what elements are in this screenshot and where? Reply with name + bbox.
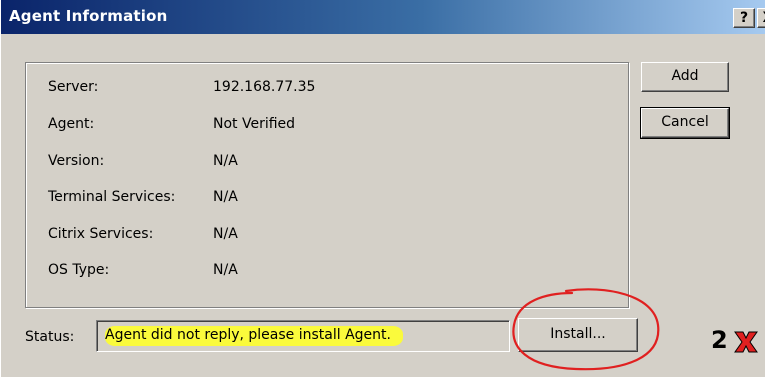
status-label: Status:: [25, 329, 75, 345]
agent-label: Agent:: [48, 116, 95, 132]
terminal-services-value: N/A: [213, 189, 238, 205]
status-field: Agent did not reply, please install Agen…: [96, 320, 510, 352]
terminal-services-label: Terminal Services:: [48, 189, 176, 205]
agent-info-panel: Server: 192.168.77.35 Agent: Not Verifie…: [25, 62, 629, 308]
close-button[interactable]: X: [757, 8, 765, 28]
cancel-button[interactable]: Cancel: [640, 107, 730, 139]
title-bar[interactable]: Agent Information ? X: [1, 0, 765, 34]
status-text: Agent did not reply, please install Agen…: [105, 327, 391, 343]
os-type-value: N/A: [213, 262, 238, 278]
version-label: Version:: [48, 153, 105, 169]
server-label: Server:: [48, 79, 99, 95]
logo-x-icon: [734, 331, 758, 353]
citrix-services-label: Citrix Services:: [48, 226, 154, 242]
version-value: N/A: [213, 153, 238, 169]
window-title: Agent Information: [9, 7, 168, 25]
agent-value: Not Verified: [213, 116, 296, 132]
install-button[interactable]: Install...: [518, 318, 638, 352]
help-button[interactable]: ?: [733, 8, 755, 28]
citrix-services-value: N/A: [213, 226, 238, 242]
agent-information-dialog: Agent Information ? X Server: 192.168.77…: [0, 0, 765, 377]
server-value: 192.168.77.35: [213, 79, 316, 95]
logo-2x: 2X: [711, 326, 765, 356]
os-type-label: OS Type:: [48, 262, 110, 278]
add-button[interactable]: Add: [641, 62, 729, 92]
